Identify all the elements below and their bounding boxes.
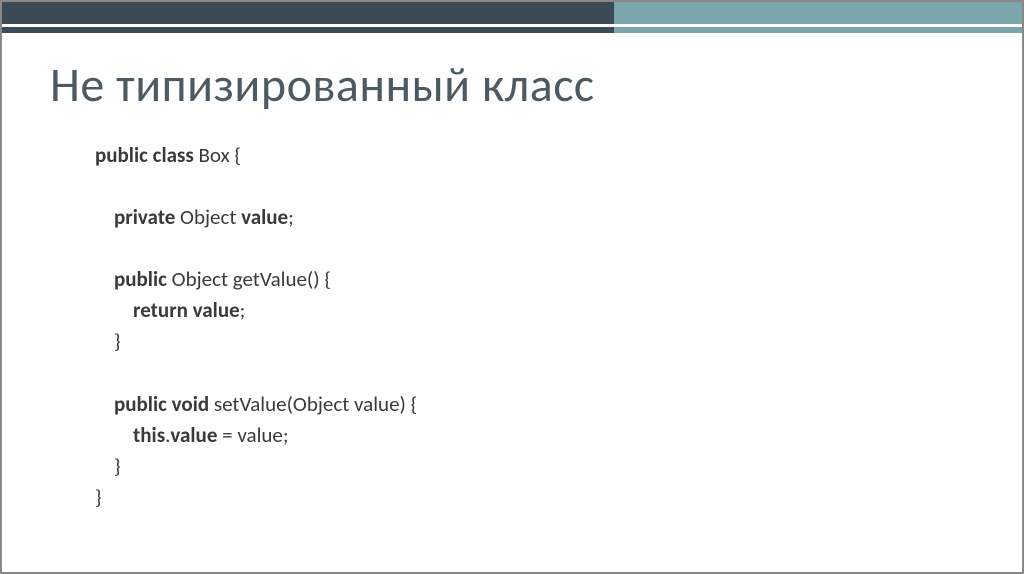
slide-header-accent [2,2,1022,24]
code-kw: public [114,266,167,292]
code-text: setValue(Object value) { [209,391,417,417]
code-text: } [114,328,121,354]
code-kw: private [114,204,175,230]
code-text: Box { [194,142,241,168]
slide-header-accent-thin [2,27,1022,33]
code-kw: value [241,204,288,230]
code-text: Object getValue() { [167,266,331,292]
code-text: = value; [217,422,288,448]
code-kw: value [170,422,217,448]
code-text: } [114,453,121,479]
code-kw: public void [114,391,209,417]
code-text: } [95,484,102,510]
code-text: ; [240,297,246,323]
code-kw: this [133,422,165,448]
code-text: Object [175,204,241,230]
slide-title: Не типизированный класс [50,55,595,114]
code-kw: public class [95,142,194,168]
code-kw: return value [133,297,240,323]
code-text: ; [288,204,294,230]
code-block: public class Box { private Object value;… [95,140,417,513]
